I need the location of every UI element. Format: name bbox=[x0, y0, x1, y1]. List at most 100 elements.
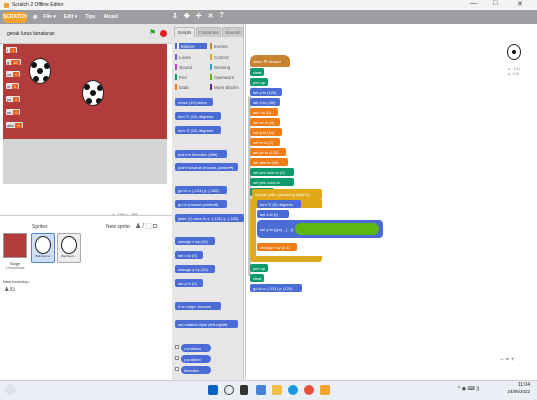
script-go-to-xy[interactable]: go to x: (-131) y: (120) bbox=[250, 284, 302, 292]
minimize-button[interactable]: — bbox=[470, 0, 477, 7]
stage-canvas[interactable]: t1 g 10 vo 0 vt 0 yo 0 xo 0 alfa 0 bbox=[3, 44, 167, 184]
task-view-icon[interactable] bbox=[240, 385, 248, 395]
zoom-in-button[interactable]: + bbox=[511, 357, 515, 363]
script-clear-2[interactable]: clear bbox=[250, 274, 264, 282]
block-bounce[interactable]: if on edge, bounce bbox=[175, 302, 221, 310]
script-set-x[interactable]: set x to (-50) bbox=[250, 98, 280, 106]
category-looks[interactable]: Looks bbox=[175, 54, 191, 60]
block-rotation-style[interactable]: set rotation style (left-right▾) bbox=[175, 320, 238, 328]
windows-taskbar bbox=[0, 380, 537, 400]
block-change-x[interactable]: change x by (10) bbox=[175, 237, 215, 245]
app-icon bbox=[4, 2, 9, 8]
widgets-icon[interactable] bbox=[5, 384, 16, 395]
block-point-towards[interactable]: point towards (mouse-pointer▾) bbox=[175, 163, 238, 171]
script-set-x-to-t[interactable]: set x to (t) bbox=[257, 210, 289, 218]
menu-about[interactable]: About bbox=[103, 14, 117, 20]
menu-edit[interactable]: Edit ▾ bbox=[64, 14, 77, 20]
category-motion[interactable]: Motion bbox=[175, 43, 207, 49]
sprite-thumb-ball-1[interactable]: Ball-Soccer bbox=[31, 233, 55, 263]
block-move-steps[interactable]: move (10) steps bbox=[175, 98, 213, 106]
new-backdrop-tools-icon[interactable]: ♟/◘ bbox=[4, 286, 15, 293]
block-change-y[interactable]: change y by (10) bbox=[175, 265, 215, 273]
block-glide[interactable]: glide (1) secs to x: (-131) y: (-185) bbox=[175, 214, 244, 222]
new-backdrop-label: New backdrop: bbox=[3, 279, 30, 284]
script-set-vt[interactable]: set vt to (0) bbox=[250, 138, 280, 146]
script-turn-degrees[interactable]: turn ↻ (0) degrees bbox=[257, 200, 301, 208]
reporter-y-position[interactable]: y position bbox=[181, 355, 211, 363]
sprite-thumb-ball-2[interactable]: Ball-Socc... bbox=[57, 233, 81, 263]
soccer-ball-sprite-2[interactable] bbox=[82, 80, 104, 106]
monitor-vt: vt 0 bbox=[6, 83, 20, 89]
category-data[interactable]: Data bbox=[175, 84, 189, 90]
search-icon[interactable] bbox=[224, 385, 234, 395]
category-control[interactable]: Control bbox=[210, 54, 229, 60]
duplicate-tool-icon[interactable]: ⇩ bbox=[172, 12, 178, 20]
tab-costumes[interactable]: Costumes bbox=[196, 27, 221, 37]
soccer-ball-sprite[interactable] bbox=[29, 58, 51, 84]
script-set-g[interactable]: set g to (10) bbox=[250, 128, 282, 136]
category-pen[interactable]: Pen bbox=[175, 74, 187, 80]
system-tray[interactable]: ^ ◉ ⌨ )) bbox=[458, 386, 479, 392]
edge-icon[interactable] bbox=[288, 385, 298, 395]
script-pen-up[interactable]: pen up bbox=[250, 78, 268, 86]
script-set-yo[interactable]: set yo to (120) bbox=[250, 148, 286, 156]
category-sound[interactable]: Sound bbox=[175, 64, 192, 70]
monitor-xo: xo 0 bbox=[6, 109, 21, 115]
category-sensing[interactable]: Sensing bbox=[210, 64, 230, 70]
grow-tool-icon[interactable]: ✢ bbox=[196, 12, 202, 20]
globe-icon[interactable]: ◍ bbox=[33, 14, 37, 20]
shrink-tool-icon[interactable]: ✕ bbox=[208, 12, 214, 20]
block-turn-left[interactable]: turn ↺ (15) degrees bbox=[175, 126, 221, 134]
clock-time[interactable]: 11:04 bbox=[504, 382, 530, 388]
maximize-button[interactable]: □ bbox=[493, 0, 497, 7]
checkbox-y-position[interactable] bbox=[175, 356, 179, 360]
block-point-direction[interactable]: point in direction (90▾) bbox=[175, 150, 227, 158]
script-set-t[interactable]: set t to (0) bbox=[250, 108, 278, 116]
tab-scripts[interactable]: Scripts bbox=[174, 27, 195, 37]
script-set-pen-size[interactable]: set pen size to (3) bbox=[250, 168, 294, 176]
teams-icon[interactable] bbox=[256, 385, 266, 395]
script-set-vo[interactable]: set vo to (0) bbox=[250, 118, 280, 126]
zoom-reset-button[interactable]: = bbox=[506, 357, 510, 363]
close-button[interactable]: ✕ bbox=[517, 0, 523, 8]
chrome-icon[interactable] bbox=[304, 385, 314, 395]
stop-icon[interactable] bbox=[160, 30, 167, 37]
monitor-alfa: alfa 0 bbox=[6, 122, 23, 128]
category-events[interactable]: Events bbox=[210, 43, 228, 49]
category-more-blocks[interactable]: More Blocks bbox=[210, 84, 239, 90]
scratch-taskbar-icon[interactable] bbox=[320, 385, 330, 395]
script-set-y-formula[interactable]: set y to ((yo) - (...)) bbox=[257, 220, 383, 238]
menu-tips[interactable]: Tips bbox=[85, 14, 95, 20]
checkbox-direction[interactable] bbox=[175, 367, 179, 371]
script-clear[interactable]: clear bbox=[250, 68, 264, 76]
script-change-t[interactable]: change t by (0.1) bbox=[257, 243, 297, 251]
block-go-to-xy[interactable]: go to x: (-131) y: (-185) bbox=[175, 186, 227, 194]
script-hat-when-flag-clicked[interactable]: when ⚑ clicked bbox=[250, 55, 290, 67]
zoom-out-button[interactable]: − bbox=[500, 357, 504, 363]
project-name[interactable]: gerak lurus beraturan bbox=[7, 31, 55, 37]
reporter-direction[interactable]: direction bbox=[181, 366, 211, 374]
menu-file[interactable]: File ▾ bbox=[43, 14, 56, 20]
script-set-y[interactable]: set y to (120) bbox=[250, 88, 282, 96]
script-set-pen-color[interactable]: set pen color to bbox=[250, 178, 294, 186]
clock-date[interactable]: 24/06/2022 bbox=[500, 389, 530, 394]
green-flag-icon[interactable]: ⚑ bbox=[149, 29, 156, 37]
new-sprite-tools-icon[interactable]: ♟/⬚◘ bbox=[135, 222, 158, 230]
file-explorer-icon[interactable] bbox=[272, 385, 282, 395]
tab-sounds[interactable]: Sounds bbox=[222, 27, 244, 37]
reporter-x-position[interactable]: x position bbox=[181, 344, 211, 352]
start-icon[interactable] bbox=[208, 385, 218, 395]
cut-tool-icon[interactable]: ✥ bbox=[184, 12, 190, 20]
block-set-y[interactable]: set y to (0) bbox=[175, 279, 203, 287]
script-set-alfa[interactable]: set alfa to (45) bbox=[250, 158, 288, 166]
stage-thumbnail[interactable] bbox=[3, 233, 27, 258]
checkbox-x-position[interactable] bbox=[175, 345, 179, 349]
block-set-x[interactable]: set x to (0) bbox=[175, 251, 203, 259]
operator-expression[interactable] bbox=[295, 223, 379, 235]
script-pen-up-2[interactable]: pen up bbox=[250, 264, 268, 272]
help-tool-icon[interactable]: ? bbox=[220, 12, 224, 20]
category-operators[interactable]: Operators bbox=[210, 74, 234, 80]
block-turn-right[interactable]: turn ↻ (15) degrees bbox=[175, 112, 221, 120]
block-go-to[interactable]: go to (mouse-pointer▾) bbox=[175, 200, 227, 208]
script-repeat-until[interactable]: repeat until <(touching edge?)> bbox=[252, 189, 322, 199]
